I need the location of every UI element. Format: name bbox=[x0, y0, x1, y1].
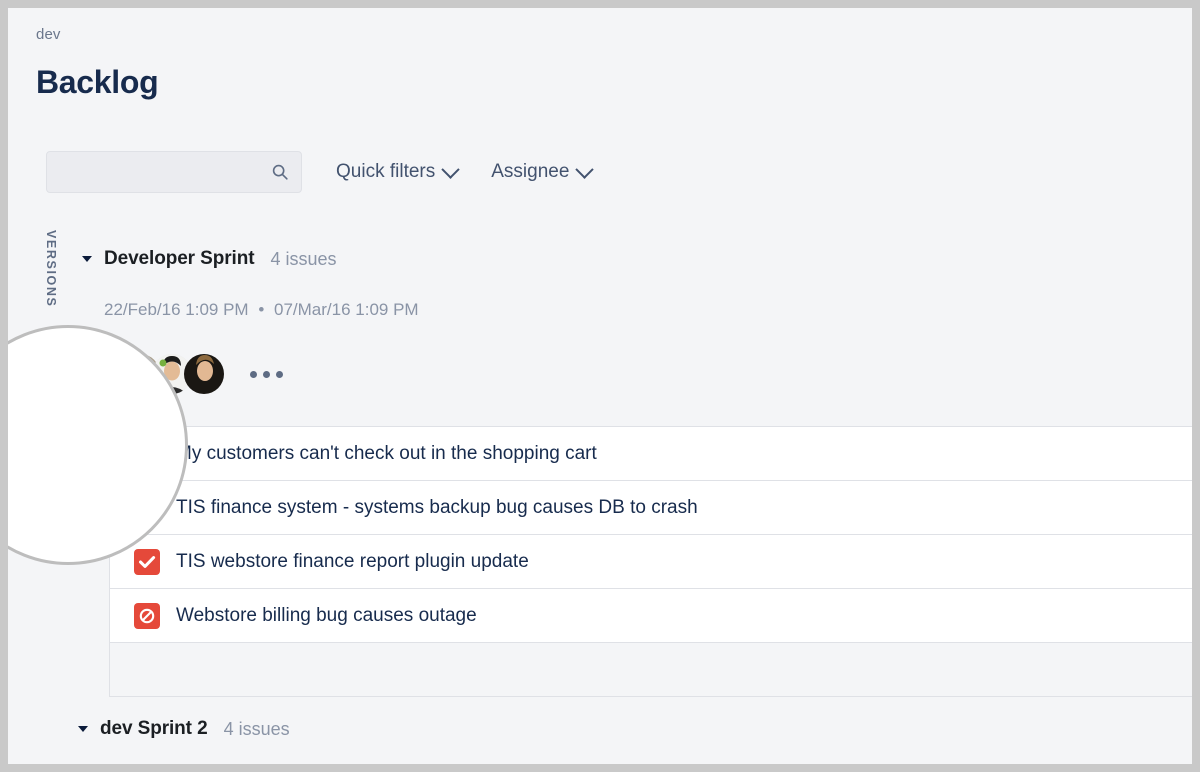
page-title: Backlog bbox=[36, 64, 158, 101]
chevron-down-icon bbox=[442, 160, 460, 178]
sprint-issue-count: 4 issues bbox=[224, 719, 290, 740]
table-row[interactable]: My customers can't check out in the shop… bbox=[110, 427, 1192, 481]
issue-list-footer bbox=[110, 643, 1192, 697]
breadcrumb[interactable]: dev bbox=[36, 26, 61, 43]
sprint-date-range: 22/Feb/16 1:09 PM • 07/Mar/16 1:09 PM bbox=[104, 300, 419, 320]
table-row[interactable]: Webstore billing bug causes outage bbox=[110, 589, 1192, 643]
avatar[interactable] bbox=[184, 354, 224, 394]
magnifier-lens: EPICS bbox=[8, 325, 188, 565]
dot-icon bbox=[276, 371, 283, 378]
issue-list: My customers can't check out in the shop… bbox=[109, 426, 1192, 697]
assignee-dropdown[interactable]: Assignee bbox=[491, 161, 591, 183]
sprint-start-date: 22/Feb/16 1:09 PM bbox=[104, 300, 249, 319]
table-row[interactable]: TIS finance system - systems backup bug … bbox=[110, 481, 1192, 535]
magnifier-content: EPICS bbox=[8, 325, 188, 565]
collapse-caret-icon[interactable] bbox=[78, 726, 88, 732]
dot-icon bbox=[250, 371, 257, 378]
sprint-issue-count: 4 issues bbox=[270, 249, 336, 270]
chevron-down-icon bbox=[576, 160, 594, 178]
issue-summary: TIS webstore finance report plugin updat… bbox=[176, 551, 529, 573]
quick-filters-dropdown[interactable]: Quick filters bbox=[336, 161, 457, 183]
issue-summary: TIS finance system - systems backup bug … bbox=[176, 497, 698, 519]
date-separator: • bbox=[258, 300, 264, 319]
sprint-header-developer-sprint[interactable]: Developer Sprint 4 issues bbox=[82, 248, 336, 270]
sprint-end-date: 07/Mar/16 1:09 PM bbox=[274, 300, 419, 319]
more-options-button[interactable] bbox=[250, 371, 283, 378]
sprint-name: Developer Sprint bbox=[104, 248, 254, 270]
backlog-toolbar: Quick filters Assignee bbox=[46, 150, 591, 194]
collapse-caret-icon[interactable] bbox=[82, 256, 92, 262]
issue-summary: Webstore billing bug causes outage bbox=[176, 605, 477, 627]
search-input[interactable] bbox=[47, 152, 301, 192]
quick-filters-label: Quick filters bbox=[336, 161, 435, 183]
assignee-label: Assignee bbox=[491, 161, 569, 183]
backlog-window: dev Backlog Quick filters Assignee VERSI… bbox=[8, 8, 1192, 764]
sprint-header-dev-sprint-2[interactable]: dev Sprint 2 4 issues bbox=[78, 718, 290, 740]
issue-summary: My customers can't check out in the shop… bbox=[176, 443, 597, 465]
table-row[interactable]: TIS webstore finance report plugin updat… bbox=[110, 535, 1192, 589]
sidebar-tab-versions[interactable]: VERSIONS bbox=[44, 230, 58, 307]
sprint-name: dev Sprint 2 bbox=[100, 718, 208, 740]
dot-icon bbox=[263, 371, 270, 378]
search-box[interactable] bbox=[46, 151, 302, 193]
blocker-icon bbox=[134, 603, 160, 629]
